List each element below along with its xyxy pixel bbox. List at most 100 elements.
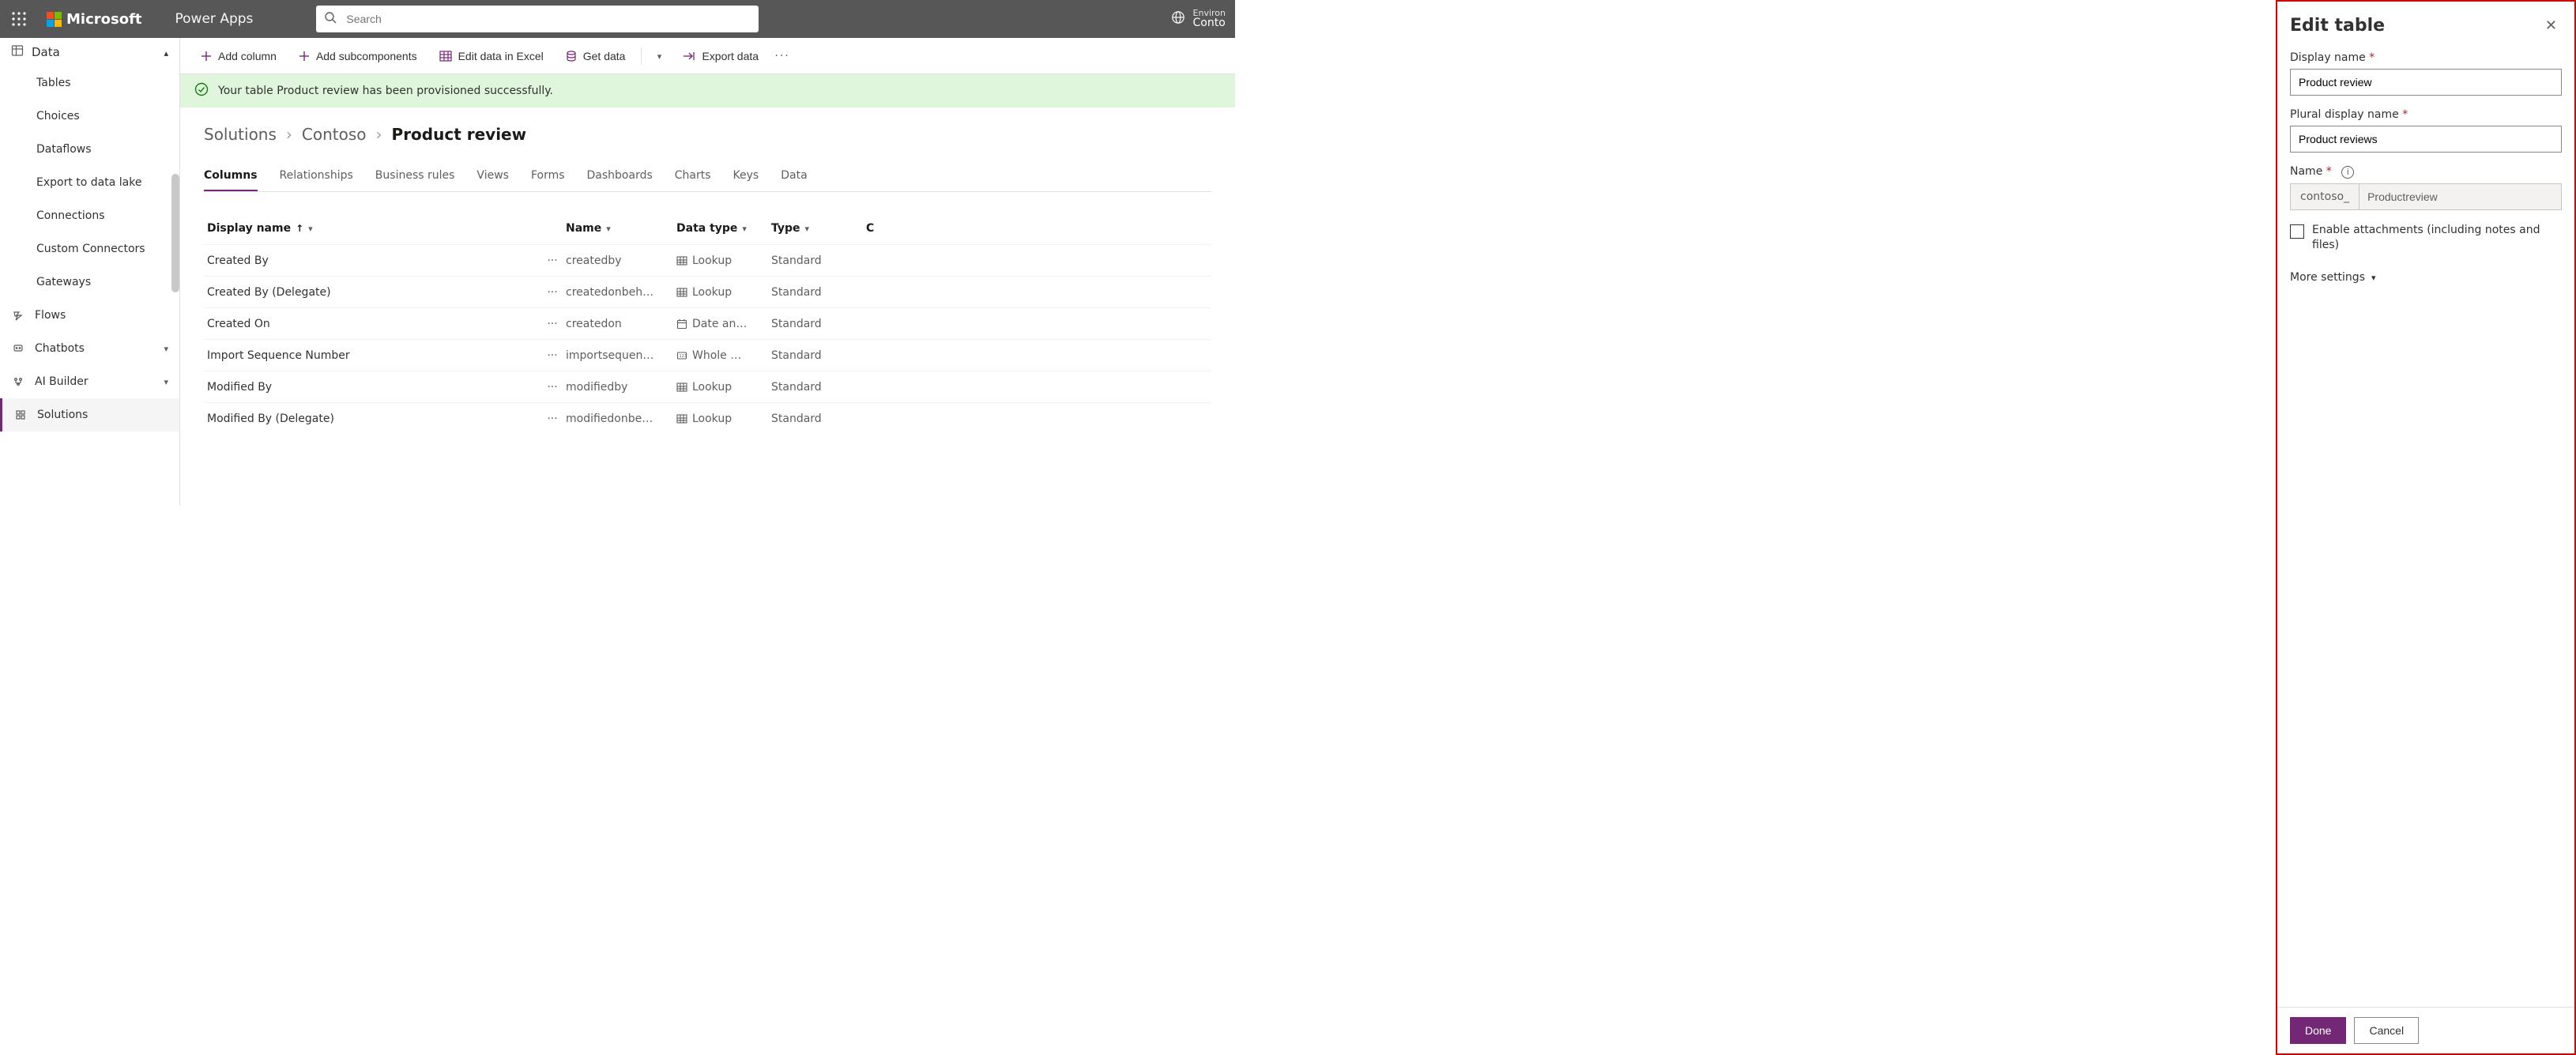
nav-item-label: Export to data lake <box>36 176 141 189</box>
nav-item-label: Chatbots <box>35 342 85 355</box>
table-row[interactable]: Modified By (Delegate)···modifiedonbe…Lo… <box>204 402 1211 434</box>
more-settings-label: More settings <box>2290 271 2365 284</box>
ai-builder-icon <box>11 376 25 387</box>
cmd-get-data-dropdown[interactable] <box>648 42 670 70</box>
enable-attachments-checkbox[interactable]: Enable attachments (including notes and … <box>2290 223 2562 254</box>
nav-tables[interactable]: Tables <box>0 66 179 100</box>
display-name-input[interactable] <box>2290 69 2562 96</box>
chevron-down-icon <box>164 375 168 388</box>
chevron-down-icon <box>308 222 313 235</box>
more-settings-toggle[interactable]: More settings <box>2290 271 2562 284</box>
nav-flows[interactable]: Flows <box>0 299 179 332</box>
cell-data-type: Lookup <box>676 254 771 267</box>
environment-label: Environ <box>1193 9 1226 17</box>
scrollbar-thumb[interactable] <box>171 174 179 292</box>
tab-dashboards[interactable]: Dashboards <box>587 163 653 191</box>
row-more-button[interactable]: ··· <box>539 254 566 267</box>
done-button[interactable]: Done <box>2290 1017 2346 1044</box>
entity-tabs: Columns Relationships Business rules Vie… <box>204 163 1211 192</box>
brand-text: Microsoft <box>66 11 142 28</box>
table-row[interactable]: Import Sequence Number···importsequen…12… <box>204 339 1211 371</box>
cmd-label: Add subcomponents <box>316 50 417 62</box>
row-more-button[interactable]: ··· <box>539 413 566 425</box>
nav-ai-builder[interactable]: AI Builder <box>0 365 179 398</box>
svg-text:123: 123 <box>680 354 687 359</box>
chevron-right-icon: › <box>286 125 292 144</box>
close-icon: ✕ <box>2545 17 2557 33</box>
col-display-name[interactable]: Display name <box>207 222 539 235</box>
tab-relationships[interactable]: Relationships <box>280 163 353 191</box>
nav-solutions[interactable]: Solutions <box>0 398 179 431</box>
cancel-button[interactable]: Cancel <box>2354 1017 2419 1044</box>
tab-forms[interactable]: Forms <box>531 163 565 191</box>
crumb-environment[interactable]: Contoso <box>302 125 367 144</box>
cell-data-type: Date an… <box>676 318 771 330</box>
tab-business-rules[interactable]: Business rules <box>375 163 455 191</box>
cmd-export-data[interactable]: Export data <box>673 42 768 70</box>
more-icon: ··· <box>547 349 557 362</box>
nav-item-label: Gateways <box>36 276 91 288</box>
tab-label: Data <box>781 169 807 182</box>
cmd-add-subcomponents[interactable]: Add subcomponents <box>289 42 427 70</box>
tab-views[interactable]: Views <box>476 163 509 191</box>
tab-keys[interactable]: Keys <box>733 163 759 191</box>
row-more-button[interactable]: ··· <box>539 318 566 330</box>
table-row[interactable]: Created On···createdonDate an…Standard <box>204 307 1211 339</box>
provision-success-banner: Your table Product review has been provi… <box>180 74 1235 107</box>
row-more-button[interactable]: ··· <box>539 349 566 362</box>
cell-name: modifiedby <box>566 381 676 394</box>
col-name[interactable]: Name <box>566 222 676 235</box>
cell-name: createdonbeh… <box>566 286 676 299</box>
cmd-overflow[interactable]: ··· <box>771 42 793 70</box>
excel-icon <box>439 51 452 62</box>
nav-gateways[interactable]: Gateways <box>0 266 179 299</box>
brand-logo[interactable]: Microsoft <box>40 11 149 28</box>
tab-charts[interactable]: Charts <box>675 163 711 191</box>
tab-columns[interactable]: Columns <box>204 163 258 191</box>
microsoft-logo-icon <box>46 11 62 27</box>
nav-connections[interactable]: Connections <box>0 199 179 232</box>
waffle-menu[interactable] <box>6 6 32 32</box>
cmd-edit-excel[interactable]: Edit data in Excel <box>430 42 553 70</box>
crumb-solutions[interactable]: Solutions <box>204 125 277 144</box>
cell-data-type: 123Whole … <box>676 349 771 362</box>
nav-group-data[interactable]: Data <box>0 38 179 66</box>
nav-item-label: Solutions <box>37 409 88 421</box>
tab-label: Forms <box>531 169 565 182</box>
nav-dataflows[interactable]: Dataflows <box>0 133 179 166</box>
more-icon: ··· <box>547 381 557 394</box>
nav-item-label: AI Builder <box>35 375 89 388</box>
row-more-button[interactable]: ··· <box>539 381 566 394</box>
chevron-down-icon <box>164 342 168 355</box>
export-icon <box>683 51 695 61</box>
cell-type: Standard <box>771 318 866 330</box>
nav-chatbots[interactable]: Chatbots <box>0 332 179 365</box>
plural-name-input[interactable] <box>2290 126 2562 153</box>
nav-choices[interactable]: Choices <box>0 100 179 133</box>
cell-display: Created By <box>207 254 539 267</box>
cell-name: createdon <box>566 318 676 330</box>
cmd-add-column[interactable]: Add column <box>191 42 286 70</box>
table-row[interactable]: Created By (Delegate)···createdonbeh…Loo… <box>204 276 1211 307</box>
columns-grid: Display name Name Data type Type <box>204 213 1211 434</box>
plus-icon <box>201 51 212 62</box>
app-name[interactable]: Power Apps <box>156 11 254 27</box>
col-type[interactable]: Type <box>771 222 866 235</box>
search-input[interactable] <box>316 6 759 32</box>
environment-picker[interactable]: Environ Conto <box>1171 9 1229 29</box>
plural-name-label: Plural display name * <box>2290 108 2562 121</box>
cmd-get-data[interactable]: Get data <box>556 42 635 70</box>
col-data-type[interactable]: Data type <box>676 222 771 235</box>
col-extra[interactable]: C <box>866 222 1208 235</box>
panel-close-button[interactable]: ✕ <box>2540 13 2562 39</box>
tab-data[interactable]: Data <box>781 163 807 191</box>
panel-title: Edit table <box>2290 16 2385 36</box>
schema-name-input <box>2359 183 2562 210</box>
button-label: Cancel <box>2369 1024 2404 1037</box>
row-more-button[interactable]: ··· <box>539 286 566 299</box>
table-row[interactable]: Modified By···modifiedbyLookupStandard <box>204 371 1211 402</box>
info-icon[interactable]: i <box>2341 166 2354 179</box>
nav-custom-connectors[interactable]: Custom Connectors <box>0 232 179 266</box>
table-row[interactable]: Created By···createdbyLookupStandard <box>204 244 1211 276</box>
nav-export-datalake[interactable]: Export to data lake <box>0 166 179 199</box>
